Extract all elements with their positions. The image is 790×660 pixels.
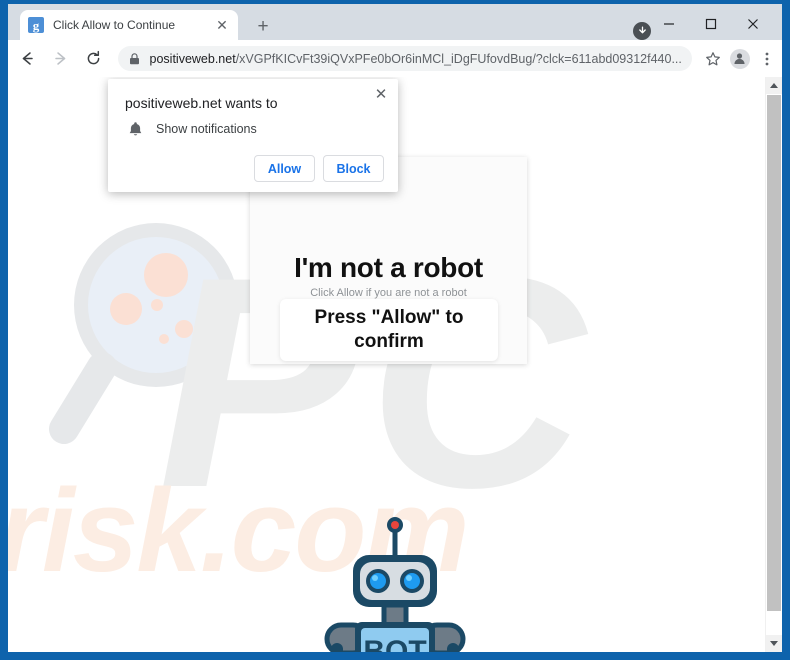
page-viewport: PC risk.com I'm not a robot Click Allow …: [8, 77, 782, 652]
press-allow-overlay: Press "Allow" to confirm: [280, 299, 498, 361]
card-heading: I'm not a robot: [294, 252, 483, 283]
close-icon[interactable]: ✕: [372, 85, 390, 103]
forward-arrow-icon: [47, 44, 74, 74]
close-button[interactable]: [732, 9, 774, 39]
bell-icon: [125, 119, 145, 139]
favicon-glyph: g: [32, 17, 40, 33]
allow-button[interactable]: Allow: [254, 155, 315, 182]
back-arrow-icon[interactable]: [14, 44, 41, 74]
address-bar[interactable]: positiveweb.net/xVGPfKICvFt39iQVxPFe0bOr…: [117, 46, 692, 71]
card-subheading: Click Allow if you are not a robot: [310, 287, 467, 299]
page-scrollbar[interactable]: [765, 77, 782, 652]
scrollbar-thumb[interactable]: [767, 95, 781, 611]
profile-avatar-icon[interactable]: [727, 45, 752, 73]
notification-permission-dialog: ✕ positiveweb.net wants to Show notifica…: [108, 79, 398, 192]
google-favicon: g: [28, 17, 44, 33]
block-button[interactable]: Block: [323, 155, 384, 182]
dialog-actions: Allow Block: [254, 155, 384, 182]
reload-icon[interactable]: [80, 44, 107, 74]
avatar: [729, 48, 750, 69]
tab-close-icon[interactable]: ✕: [214, 17, 230, 33]
overlay-line-2: confirm: [354, 331, 424, 352]
new-tab-button[interactable]: +: [252, 15, 274, 37]
three-dot-menu-icon[interactable]: [755, 45, 780, 73]
web-page: PC risk.com I'm not a robot Click Allow …: [8, 77, 766, 652]
lock-icon: [128, 52, 142, 65]
robot-illustration: BOT: [315, 509, 475, 652]
dialog-title: positiveweb.net wants to: [125, 95, 278, 111]
maximize-button[interactable]: [690, 9, 732, 39]
tab-strip: g Click Allow to Continue ✕ +: [8, 4, 782, 40]
permission-label: Show notifications: [156, 122, 257, 136]
scrollbar-down-arrow[interactable]: [766, 635, 782, 652]
permission-row: Show notifications: [125, 119, 257, 139]
minimize-button[interactable]: [648, 9, 690, 39]
url-domain: positiveweb.net: [149, 51, 236, 66]
star-icon[interactable]: [700, 45, 725, 73]
url-text: positiveweb.net/xVGPfKICvFt39iQVxPFe0bOr…: [150, 52, 682, 66]
tab-title: Click Allow to Continue: [53, 18, 176, 32]
scrollbar-up-arrow[interactable]: [766, 77, 782, 94]
overlay-line-1: Press "Allow" to: [314, 307, 464, 328]
url-path: /xVGPfKICvFt39iQVxPFe0bOr6inMCl_iDgFUfov…: [235, 51, 682, 66]
browser-window: g Click Allow to Continue ✕ + positivewe…: [0, 0, 790, 660]
browser-toolbar: positiveweb.net/xVGPfKICvFt39iQVxPFe0bOr…: [8, 40, 782, 77]
robot-body-label: BOT: [363, 635, 426, 652]
window-controls: [648, 8, 774, 40]
browser-tab[interactable]: g Click Allow to Continue ✕: [20, 10, 238, 40]
overlay-text: Press "Allow" to confirm: [315, 306, 464, 354]
